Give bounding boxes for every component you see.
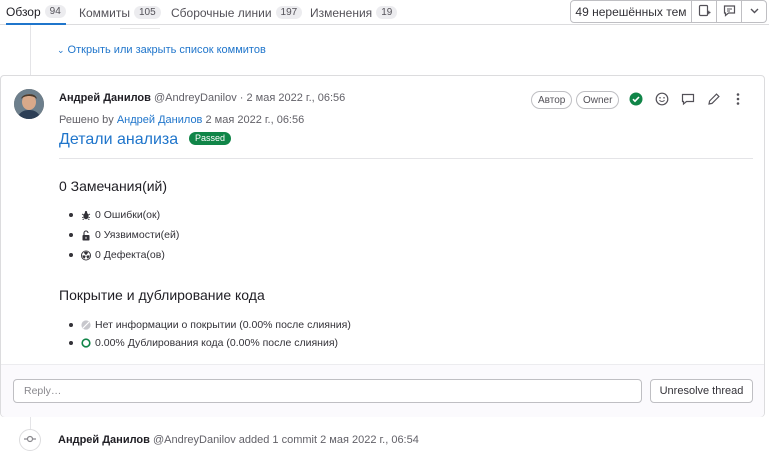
toggle-commits-link[interactable]: ⌄ Открыть или закрыть список коммитов — [57, 44, 266, 56]
timeline-line — [30, 417, 31, 429]
add-todo-icon — [698, 4, 711, 20]
tab-label: Изменения — [310, 5, 373, 20]
tab-label: Сборочные линии — [171, 5, 272, 20]
separator: · — [239, 92, 244, 104]
bullet — [69, 323, 73, 327]
resolved-prefix: Решено by — [59, 114, 114, 126]
duplication-info: 0.00% Дублирования кода (0.00% после сли… — [95, 337, 339, 349]
timeline-line — [30, 25, 31, 75]
bullet — [69, 213, 73, 217]
unresolve-thread-label: Unresolve thread — [659, 385, 744, 397]
smiley-icon — [655, 92, 669, 109]
status-badge: Passed — [189, 132, 232, 145]
add-todo-button[interactable] — [692, 0, 717, 23]
divider — [59, 158, 753, 159]
unlock-icon — [81, 229, 91, 240]
comment-author: Андрей Данилов @AndreyDanilov · 2 мая 20… — [59, 92, 345, 104]
bullet — [69, 341, 73, 345]
comment-icon — [681, 92, 695, 109]
tab-commits[interactable]: Коммиты 105 — [79, 0, 161, 25]
list-item: 0 Уязвимости(ей) — [69, 229, 179, 241]
resolved-by-link[interactable]: Андрей Данилов — [117, 114, 203, 126]
note-author-name[interactable]: Андрей Данилов — [58, 434, 150, 446]
note-author-handle[interactable]: @AndreyDanilov — [153, 434, 236, 446]
issues-heading: 0 Замечания(ий) — [59, 178, 168, 194]
reply-area: Reply… Unresolve thread — [1, 364, 764, 417]
tab-pipelines[interactable]: Сборочные линии 197 — [171, 0, 303, 25]
list-item: Нет информации о покрытии (0.00% после с… — [69, 319, 351, 331]
more-actions-button[interactable] — [729, 91, 747, 109]
resolved-status: Решено by Андрей Данилов 2 мая 2022 г., … — [59, 114, 304, 126]
bugs-count: 0 Ошибки(ок) — [95, 209, 161, 221]
author-name[interactable]: Андрей Данилов — [59, 92, 151, 104]
list-item: 0 Дефекта(ов) — [69, 249, 165, 261]
vulnerabilities-count: 0 Уязвимости(ей) — [95, 229, 180, 241]
list-item: 0.00% Дублирования кода (0.00% после сли… — [69, 337, 338, 349]
discussion-card: Андрей Данилов @AndreyDanilov · 2 мая 20… — [0, 75, 765, 417]
tab-changes[interactable]: Изменения 19 — [310, 0, 398, 25]
chevron-down-icon — [749, 5, 760, 19]
resolved-date: 2 мая 2022 г., 06:56 — [205, 114, 305, 126]
coverage-info: Нет информации о покрытии (0.00% после с… — [95, 319, 351, 331]
add-reaction-button[interactable] — [653, 91, 671, 109]
tab-count: 197 — [275, 6, 303, 19]
commit-icon — [24, 433, 36, 448]
merge-request-tabs: Обзор 94 Коммиты 105 Сборочные линии 197… — [0, 0, 769, 25]
resolve-thread-button[interactable] — [627, 91, 645, 109]
commit-node — [19, 429, 41, 451]
tab-label: Обзор — [6, 4, 41, 19]
list-item: 0 Ошибки(ок) — [69, 209, 160, 221]
coverage-heading: Покрытие и дублирование кода — [59, 287, 265, 303]
edit-comment-button[interactable] — [705, 91, 723, 109]
tab-count: 105 — [134, 6, 161, 19]
comment-button[interactable] — [717, 0, 742, 23]
analysis-details-link[interactable]: Детали анализа — [59, 131, 178, 149]
system-note: Андрей Данилов @AndreyDanilov added 1 co… — [58, 434, 419, 446]
duplication-circle-icon — [81, 338, 91, 348]
avatar[interactable] — [14, 89, 44, 119]
unresolve-thread-button[interactable]: Unresolve thread — [650, 379, 753, 403]
pencil-icon — [707, 92, 721, 109]
note-date[interactable]: 2 мая 2022 г., 06:54 — [320, 434, 419, 446]
bug-icon — [81, 210, 91, 220]
defects-count: 0 Дефекта(ов) — [95, 249, 165, 261]
author-handle[interactable]: @AndreyDanilov — [154, 92, 237, 104]
dropdown-toggle-button[interactable] — [742, 0, 767, 23]
tab-count: 94 — [44, 5, 66, 18]
reply-placeholder: Reply… — [24, 385, 62, 397]
comment-date[interactable]: 2 мая 2022 г., 06:56 — [247, 92, 346, 104]
bullet — [69, 253, 73, 257]
tab-overview[interactable]: Обзор 94 — [6, 0, 66, 25]
check-circle-icon — [629, 92, 643, 109]
reply-input[interactable]: Reply… — [13, 379, 642, 403]
toggle-commits-label: Открыть или закрыть список коммитов — [67, 44, 266, 56]
radiation-icon — [81, 250, 91, 260]
kebab-menu-icon — [731, 92, 745, 109]
unresolved-threads-button[interactable]: 49 нерешённых тем — [570, 0, 692, 23]
no-coverage-icon — [81, 320, 91, 330]
divider — [120, 28, 160, 32]
bullet — [69, 233, 73, 237]
owner-badge: Owner — [576, 91, 620, 109]
note-action: added 1 commit — [238, 434, 318, 446]
tab-count: 19 — [376, 6, 398, 19]
unresolved-threads-label: 49 нерешённых тем — [575, 4, 687, 19]
author-badge: Автор — [531, 91, 573, 109]
reply-button[interactable] — [679, 91, 697, 109]
chevron-down-icon: ⌄ — [57, 45, 65, 55]
tab-label: Коммиты — [79, 5, 130, 20]
comment-icon — [723, 4, 736, 20]
